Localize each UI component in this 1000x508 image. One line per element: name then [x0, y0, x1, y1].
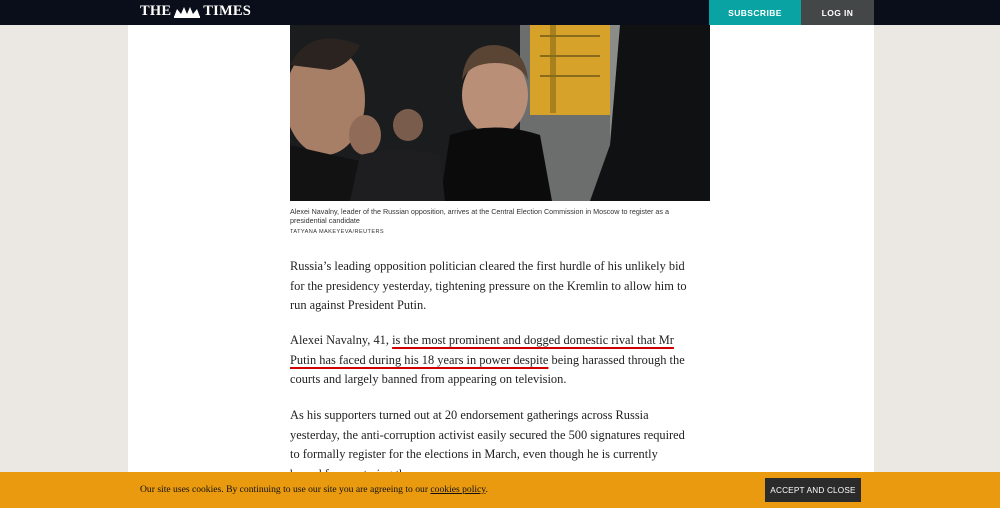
- logo-word-times: TIMES: [203, 3, 251, 19]
- paragraph-line: run against President Putin.: [290, 298, 427, 313]
- photo-caption: Alexei Navalny, leader of the Russian op…: [290, 207, 710, 225]
- logo-word-the: THE: [140, 3, 172, 19]
- paragraph-text: Alexei Navalny, 41,: [290, 333, 393, 347]
- cookies-policy-link[interactable]: cookies policy: [430, 484, 485, 495]
- cookie-period: .: [485, 484, 488, 495]
- paragraph-line: As his supporters turned out at 20 endor…: [290, 408, 649, 422]
- paragraph-line: courts and largely banned from appearing…: [290, 372, 567, 387]
- article-paragraph-2: Alexei Navalny, 41, is the most prominen…: [290, 331, 715, 390]
- highlighted-text: is the most prominent and dogged domesti…: [392, 333, 674, 347]
- paragraph-line: Russia’s leading opposition politician c…: [290, 259, 685, 273]
- paragraph-line: yesterday, the anti-corruption activist …: [290, 427, 685, 442]
- cookie-text: Our site uses cookies. By continuing to …: [140, 484, 431, 495]
- subscribe-button[interactable]: SUBSCRIBE: [709, 0, 801, 25]
- cookie-message: Our site uses cookies. By continuing to …: [140, 484, 488, 495]
- article-photo: [290, 25, 710, 201]
- paragraph-line: Alexei Navalny, 41, is the most prominen…: [290, 331, 715, 351]
- top-navigation-bar: THE TIMES SUBSCRIBE LOG IN: [0, 0, 1000, 25]
- caption-line: presidential candidate: [290, 216, 360, 225]
- paragraph-text: being harassed through the: [548, 352, 685, 367]
- photo-illustration: [290, 25, 710, 201]
- caption-line: Alexei Navalny, leader of the Russian op…: [290, 207, 669, 216]
- highlighted-text: Putin has faced during his 18 years in p…: [290, 352, 549, 367]
- photo-credit: TATYANA MAKEYEVA/REUTERS: [290, 229, 385, 235]
- the-times-logo[interactable]: THE TIMES: [140, 3, 251, 20]
- paragraph-line: for the presidency yesterday, tightening…: [290, 278, 687, 293]
- cookie-banner: Our site uses cookies. By continuing to …: [0, 472, 1000, 508]
- login-button[interactable]: LOG IN: [801, 0, 874, 25]
- article-content: Alexei Navalny, leader of the Russian op…: [128, 25, 874, 495]
- paragraph-line: Putin has faced during his 18 years in p…: [290, 351, 715, 371]
- accept-and-close-button[interactable]: ACCEPT AND CLOSE: [765, 478, 861, 502]
- article-paragraph-1: Russia’s leading opposition politician c…: [290, 257, 715, 316]
- paragraph-line: to formally register for the elections i…: [290, 447, 658, 462]
- crest-icon: [174, 6, 201, 18]
